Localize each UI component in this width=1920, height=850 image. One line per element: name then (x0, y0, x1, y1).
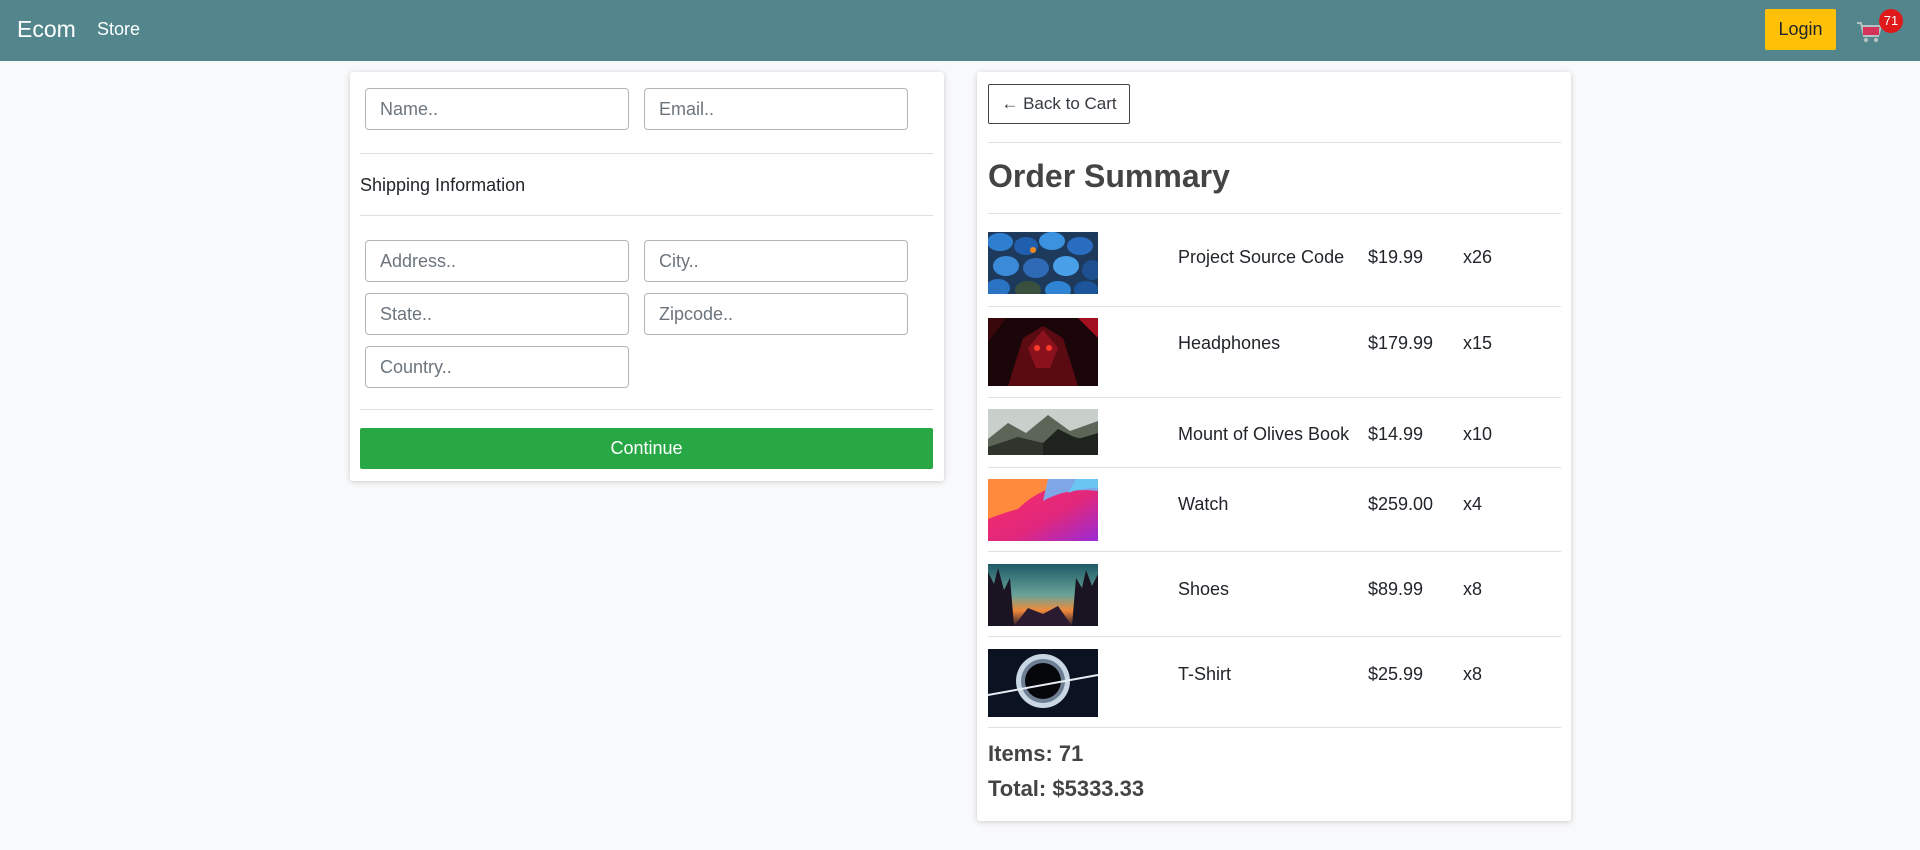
divider (360, 215, 933, 216)
black-hole-image (988, 649, 1098, 717)
divider (360, 409, 933, 410)
state-field[interactable] (365, 293, 629, 335)
cart-button[interactable]: 71 (1855, 9, 1903, 50)
item-quantity: x15 (1463, 333, 1493, 353)
divider (988, 467, 1561, 468)
continue-button[interactable]: Continue (360, 428, 933, 469)
order-price-total: Total: $5333.33 (988, 776, 1145, 801)
back-to-cart-button[interactable]: ← Back to Cart (988, 84, 1130, 124)
mountain-landscape-image (988, 409, 1098, 455)
item-price: $179.99 (1368, 333, 1434, 353)
order-item-row: Watch $259.00 x4 (988, 479, 1561, 549)
login-button[interactable]: Login (1765, 9, 1836, 50)
order-item-row: Headphones $179.99 x15 (988, 318, 1561, 398)
item-name: Project Source Code (1178, 247, 1345, 267)
order-item-row: Mount of Olives Book $14.99 x10 (988, 409, 1561, 459)
address-field[interactable] (365, 240, 629, 282)
item-name: T-Shirt (1178, 664, 1232, 684)
order-item-row: Project Source Code $19.99 x26 (988, 232, 1561, 312)
gradient-waves-image (988, 479, 1098, 541)
item-name: Watch (1178, 494, 1229, 514)
item-price: $25.99 (1368, 664, 1424, 684)
country-field[interactable] (365, 346, 629, 388)
item-name: Shoes (1178, 579, 1230, 599)
item-price: $14.99 (1368, 424, 1424, 444)
divider (988, 397, 1561, 398)
order-summary-title: Order Summary (988, 158, 1230, 194)
item-quantity: x26 (1463, 247, 1493, 267)
zipcode-field[interactable] (644, 293, 908, 335)
brand-logo[interactable]: Ecom (17, 16, 76, 43)
checkout-form-card: Shipping Information Continue (350, 72, 944, 481)
item-quantity: x8 (1463, 579, 1483, 599)
blue-eggs-image (988, 232, 1098, 294)
divider (360, 153, 933, 154)
divider (988, 213, 1561, 214)
order-summary-card: ← Back to Cart Order Summary Project Sou… (977, 72, 1571, 821)
name-field[interactable] (365, 88, 629, 130)
top-navbar: Ecom Store Login 71 (0, 0, 1920, 61)
red-demon-image (988, 318, 1098, 386)
order-item-row: T-Shirt $25.99 x8 (988, 649, 1561, 721)
divider (988, 306, 1561, 307)
item-price: $89.99 (1368, 579, 1424, 599)
item-name: Headphones (1178, 333, 1281, 353)
item-name: Mount of Olives Book (1178, 424, 1350, 444)
email-field[interactable] (644, 88, 908, 130)
divider (988, 551, 1561, 552)
divider (988, 636, 1561, 637)
item-price: $19.99 (1368, 247, 1424, 267)
item-price: $259.00 (1368, 494, 1434, 514)
divider (988, 727, 1561, 728)
order-item-row: Shoes $89.99 x8 (988, 564, 1561, 634)
item-quantity: x4 (1463, 494, 1483, 514)
nav-store-link[interactable]: Store (97, 19, 140, 40)
item-quantity: x8 (1463, 664, 1483, 684)
forest-sunset-image (988, 564, 1098, 626)
shipping-info-heading: Shipping Information (360, 175, 526, 195)
cart-count-badge: 71 (1879, 9, 1903, 33)
city-field[interactable] (644, 240, 908, 282)
item-quantity: x10 (1463, 424, 1493, 444)
divider (988, 142, 1561, 143)
items-count-total: Items: 71 (988, 741, 1084, 766)
